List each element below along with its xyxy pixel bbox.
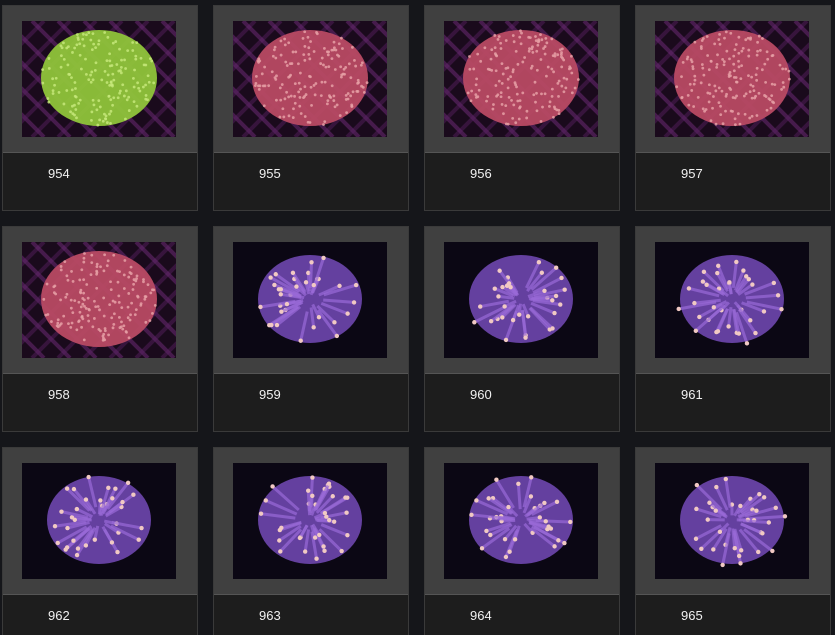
thumbnail-label[interactable]: 954 xyxy=(48,166,70,181)
coral-photo[interactable] xyxy=(22,21,176,137)
coral-photo[interactable] xyxy=(233,463,387,579)
thumbnail-label[interactable]: 961 xyxy=(681,387,703,402)
coral-photo[interactable] xyxy=(444,21,598,137)
thumbnail-card[interactable]: 961 xyxy=(635,226,831,432)
thumbnail-grid: 954 955 956 957 958 959 960 961 962 963 … xyxy=(0,0,835,635)
thumbnail-frame xyxy=(425,6,619,153)
coral-photo[interactable] xyxy=(233,21,387,137)
thumbnail-frame xyxy=(3,448,197,595)
coral-photo[interactable] xyxy=(22,463,176,579)
thumbnail-card[interactable]: 965 xyxy=(635,447,831,635)
thumbnail-frame xyxy=(3,6,197,153)
coral-photo[interactable] xyxy=(655,242,809,358)
thumbnail-card[interactable]: 962 xyxy=(2,447,198,635)
thumbnail-card[interactable]: 954 xyxy=(2,5,198,211)
thumbnail-card[interactable]: 956 xyxy=(424,5,620,211)
thumbnail-label[interactable]: 962 xyxy=(48,608,70,623)
thumbnail-frame xyxy=(636,6,830,153)
thumbnail-label[interactable]: 957 xyxy=(681,166,703,181)
coral-photo[interactable] xyxy=(444,242,598,358)
thumbnail-frame xyxy=(3,227,197,374)
thumbnail-card[interactable]: 957 xyxy=(635,5,831,211)
thumbnail-frame xyxy=(214,227,408,374)
thumbnail-label[interactable]: 955 xyxy=(259,166,281,181)
thumbnail-frame xyxy=(636,448,830,595)
thumbnail-card[interactable]: 958 xyxy=(2,226,198,432)
thumbnail-label[interactable]: 963 xyxy=(259,608,281,623)
thumbnail-card[interactable]: 959 xyxy=(213,226,409,432)
thumbnail-label[interactable]: 960 xyxy=(470,387,492,402)
thumbnail-label[interactable]: 958 xyxy=(48,387,70,402)
thumbnail-frame xyxy=(425,227,619,374)
coral-photo[interactable] xyxy=(22,242,176,358)
thumbnail-card[interactable]: 964 xyxy=(424,447,620,635)
thumbnail-label[interactable]: 959 xyxy=(259,387,281,402)
thumbnail-label[interactable]: 956 xyxy=(470,166,492,181)
thumbnail-card[interactable]: 955 xyxy=(213,5,409,211)
thumbnail-frame xyxy=(214,6,408,153)
coral-photo[interactable] xyxy=(444,463,598,579)
coral-photo[interactable] xyxy=(233,242,387,358)
thumbnail-frame xyxy=(214,448,408,595)
thumbnail-card[interactable]: 960 xyxy=(424,226,620,432)
coral-photo[interactable] xyxy=(655,463,809,579)
coral-photo[interactable] xyxy=(655,21,809,137)
thumbnail-label[interactable]: 965 xyxy=(681,608,703,623)
thumbnail-label[interactable]: 964 xyxy=(470,608,492,623)
thumbnail-frame xyxy=(636,227,830,374)
thumbnail-card[interactable]: 963 xyxy=(213,447,409,635)
thumbnail-frame xyxy=(425,448,619,595)
